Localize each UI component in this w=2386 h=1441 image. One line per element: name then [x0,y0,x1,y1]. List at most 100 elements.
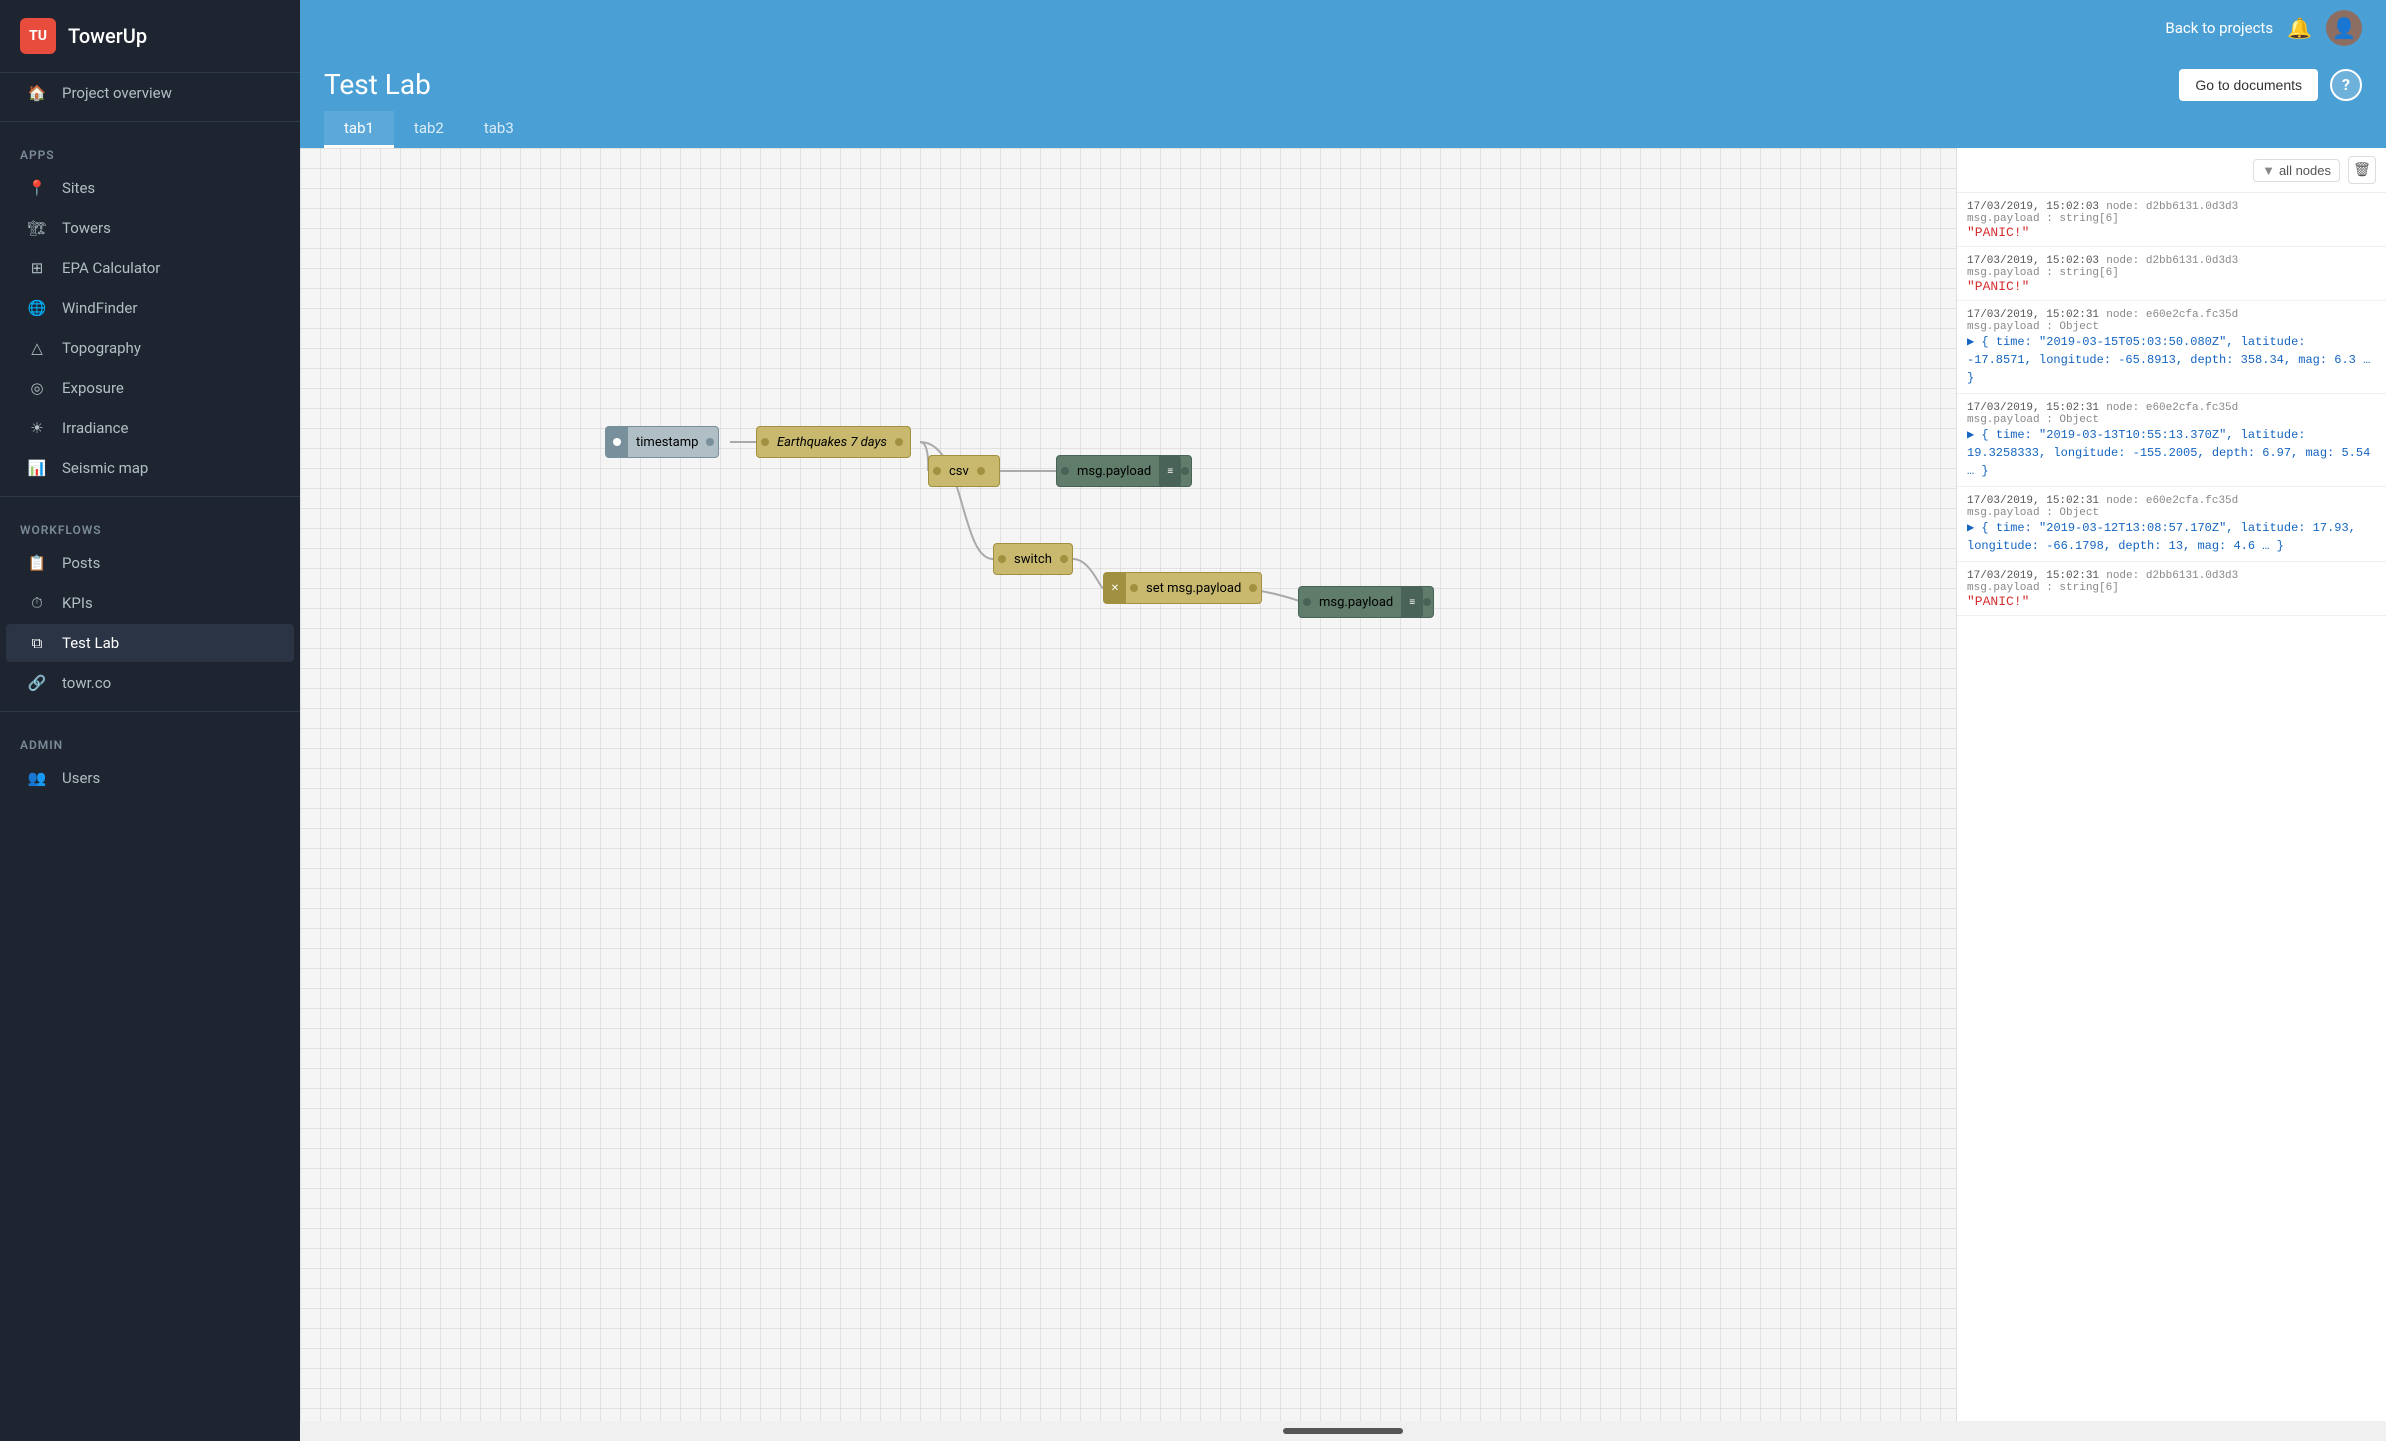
log-meta: 17/03/2019, 15:02:31 node: e60e2cfa.fc35… [1967,400,2376,414]
main-area: Back to projects 🔔 👤 Test Lab Go to docu… [300,0,2386,1441]
node-msg-payload-2-label: msg.payload [1311,595,1401,610]
sidebar-item-windfinder[interactable]: 🌐 WindFinder [6,289,294,327]
testlab-icon: ⧉ [26,634,48,652]
sidebar-item-label: EPA Calculator [62,259,160,277]
topography-icon: △ [26,339,48,357]
connector-svg [300,148,1956,1421]
irradiance-icon: ☀ [26,419,48,437]
tabs-bar: tab1 tab2 tab3 [324,111,2362,148]
filter-label: all nodes [2279,163,2331,178]
users-icon: 👥 [26,769,48,787]
sidebar-item-irradiance[interactable]: ☀ Irradiance [6,409,294,447]
node-msg-payload-1[interactable]: msg.payload ≡ [1056,455,1192,487]
log-entry: 17/03/2019, 15:02:31 node: e60e2cfa.fc35… [1957,394,2386,487]
app-name: TowerUp [68,24,147,48]
log-entry: 17/03/2019, 15:02:03 node: d2bb6131.0d3d… [1957,247,2386,301]
sidebar-item-label: KPIs [62,594,93,612]
admin-section-label: Admin [0,720,300,758]
log-entry: 17/03/2019, 15:02:03 node: d2bb6131.0d3d… [1957,193,2386,247]
node-timestamp[interactable]: timestamp [605,426,719,458]
seismic-icon: 📊 [26,459,48,477]
sidebar-item-project-overview[interactable]: 🏠 Project overview [6,74,294,112]
log-meta: 17/03/2019, 15:02:31 node: d2bb6131.0d3d… [1967,568,2376,582]
node-timestamp-label: timestamp [628,435,706,450]
sidebar-item-label: Exposure [62,379,124,397]
horizontal-scrollbar[interactable] [1283,1428,1403,1434]
sidebar-item-posts[interactable]: 📋 Posts [6,544,294,582]
node-switch[interactable]: switch [993,543,1073,575]
sites-icon: 📍 [26,179,48,197]
home-icon: 🏠 [26,84,48,102]
sidebar-item-users[interactable]: 👥 Users [6,759,294,797]
logo-icon: TU [20,18,56,54]
top-header: Back to projects 🔔 👤 [300,0,2386,56]
log-entry: 17/03/2019, 15:02:31 node: d2bb6131.0d3d… [1957,562,2386,616]
sidebar-item-label: Irradiance [62,419,128,437]
help-button[interactable]: ? [2330,69,2362,101]
tab-tab1[interactable]: tab1 [324,111,394,148]
sidebar-item-epa-calculator[interactable]: ⊞ EPA Calculator [6,249,294,287]
log-meta: 17/03/2019, 15:02:31 node: e60e2cfa.fc35… [1967,493,2376,507]
console-output[interactable]: 17/03/2019, 15:02:03 node: d2bb6131.0d3d… [1957,193,2386,1421]
workflows-section-label: Workflows [0,505,300,543]
filter-icon: ▼ [2262,163,2275,178]
log-meta: 17/03/2019, 15:02:03 node: d2bb6131.0d3d… [1967,253,2376,267]
sidebar-divider [0,121,300,122]
bottom-bar [300,1421,2386,1441]
node-set-msg-payload[interactable]: ✕ set msg.payload [1103,572,1262,604]
node-msg-payload-1-label: msg.payload [1069,464,1159,479]
sidebar-item-towers[interactable]: 🏗 Towers [6,209,294,247]
sidebar: TU TowerUp 🏠 Project overview Apps 📍 Sit… [0,0,300,1441]
tab-tab3[interactable]: tab3 [464,111,534,148]
log-meta: 17/03/2019, 15:02:03 node: d2bb6131.0d3d… [1967,199,2376,213]
sidebar-item-label: Users [62,769,100,787]
sidebar-item-topography[interactable]: △ Topography [6,329,294,367]
sidebar-item-label: Test Lab [62,634,119,652]
sidebar-item-sites[interactable]: 📍 Sites [6,169,294,207]
sidebar-item-kpis[interactable]: ⏱ KPIs [6,584,294,622]
sidebar-item-test-lab[interactable]: ⧉ Test Lab [6,624,294,662]
sidebar-item-label: Project overview [62,84,172,102]
node-msg-payload-2[interactable]: msg.payload ≡ [1298,586,1434,618]
towrco-icon: 🔗 [26,674,48,692]
tab-tab2[interactable]: tab2 [394,111,464,148]
epa-icon: ⊞ [26,259,48,277]
go-to-documents-button[interactable]: Go to documents [2179,69,2318,101]
user-avatar[interactable]: 👤 [2326,10,2362,46]
towers-icon: 🏗 [26,219,48,237]
sidebar-item-label: towr.co [62,674,111,692]
console-toolbar: ▼ all nodes 🗑 [1957,148,2386,193]
sidebar-item-seismic-map[interactable]: 📊 Seismic map [6,449,294,487]
notifications-bell-icon[interactable]: 🔔 [2287,16,2312,40]
sidebar-item-label: Seismic map [62,459,148,477]
sidebar-divider-2 [0,496,300,497]
page-title: Test Lab [324,68,431,101]
header-right: Back to projects 🔔 👤 [2165,10,2362,46]
node-csv-label: csv [941,464,977,479]
log-entry: 17/03/2019, 15:02:31 node: e60e2cfa.fc35… [1957,487,2386,562]
page-header: Test Lab Go to documents ? tab1 tab2 tab… [300,56,2386,148]
posts-icon: 📋 [26,554,48,572]
windfinder-icon: 🌐 [26,299,48,317]
page-header-actions: Go to documents ? [2179,69,2362,101]
sidebar-item-label: Topography [62,339,141,357]
exposure-icon: ◎ [26,379,48,397]
sidebar-divider-3 [0,711,300,712]
node-earthquakes[interactable]: Earthquakes 7 days [756,426,911,458]
node-csv[interactable]: csv [928,455,1000,487]
sidebar-item-label: Sites [62,179,95,197]
sidebar-header: TU TowerUp [0,0,300,73]
filter-button[interactable]: ▼ all nodes [2253,159,2340,182]
flow-canvas[interactable]: timestamp Earthquakes 7 days csv msg.pay… [300,148,1956,1421]
console-panel: ▼ all nodes 🗑 17/03/2019, 15:02:03 node:… [1956,148,2386,1421]
sidebar-item-towr-co[interactable]: 🔗 towr.co [6,664,294,702]
sidebar-item-label: WindFinder [62,299,137,317]
trash-button[interactable]: 🗑 [2348,156,2376,184]
node-earthquakes-label: Earthquakes 7 days [769,435,895,450]
sidebar-item-label: Posts [62,554,100,572]
apps-section-label: Apps [0,130,300,168]
sidebar-item-label: Towers [62,219,111,237]
back-to-projects-link[interactable]: Back to projects [2165,19,2273,37]
node-switch-label: switch [1006,552,1060,567]
sidebar-item-exposure[interactable]: ◎ Exposure [6,369,294,407]
